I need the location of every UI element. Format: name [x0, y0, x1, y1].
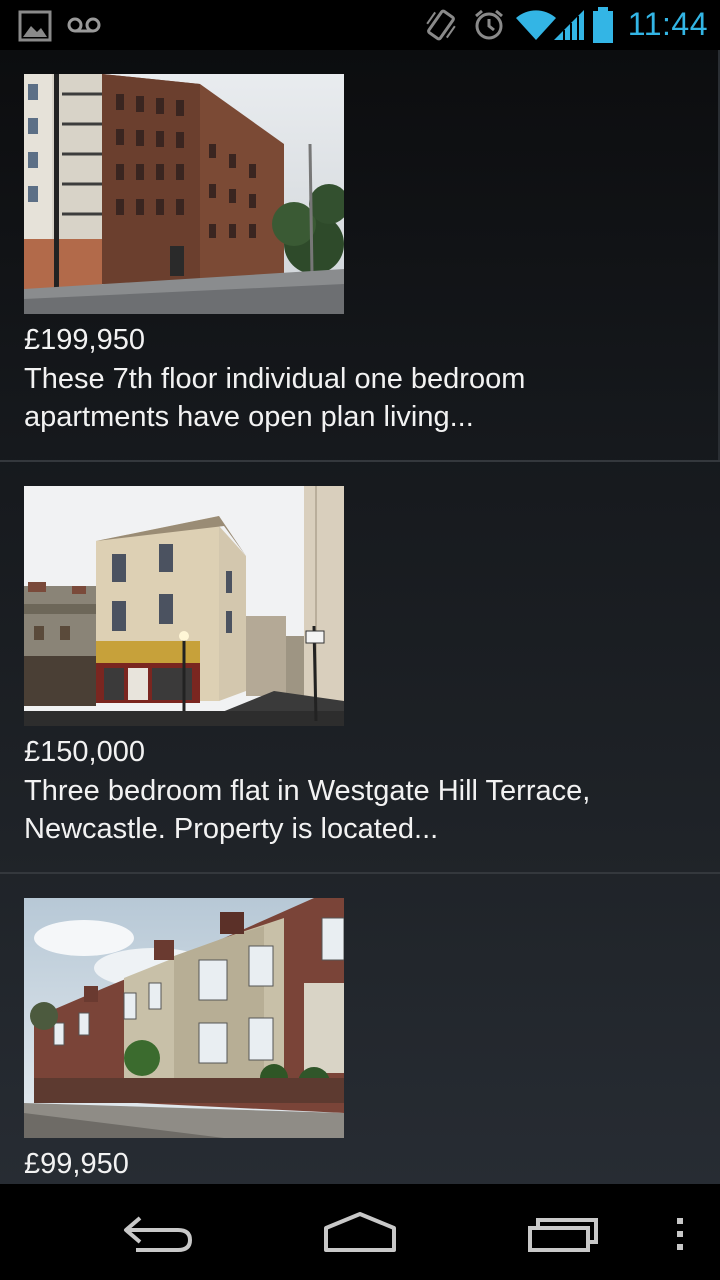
battery-icon: [593, 7, 613, 43]
list-item[interactable]: £150,000 Three bedroom flat in Westgate …: [0, 462, 720, 872]
home-icon[interactable]: [318, 1210, 402, 1256]
navigation-bar: [0, 1184, 720, 1280]
vibrate-icon: [426, 9, 456, 41]
listing-description-line: Three bedroom flat in Westgate Hill Terr…: [24, 775, 591, 807]
property-photo: [24, 74, 344, 314]
property-list[interactable]: £199,950 These 7th floor individual one …: [0, 50, 720, 1184]
voicemail-icon: [67, 17, 101, 33]
listing-price: £150,000: [24, 736, 145, 768]
listing-description: Three bedroom flat in Westgate Hill Terr…: [24, 772, 684, 848]
status-bar: 11:44: [0, 0, 720, 50]
property-photo: [24, 486, 344, 726]
recent-apps-icon[interactable]: [522, 1212, 606, 1256]
listing-description: These 7th floor individual one bedroom a…: [24, 360, 684, 436]
overflow-menu-icon[interactable]: [668, 1214, 692, 1254]
back-icon[interactable]: [118, 1210, 202, 1256]
listing-price: £99,950: [24, 1148, 129, 1180]
clock: 11:44: [627, 6, 708, 42]
listing-description-line: These 7th floor individual one bedroom: [24, 363, 526, 395]
image-icon: [18, 10, 52, 42]
property-photo: [24, 898, 344, 1138]
list-item[interactable]: £99,950: [0, 874, 720, 1184]
list-item[interactable]: £199,950 These 7th floor individual one …: [0, 50, 720, 460]
screen: 11:44 £199,950 These 7th floor individua…: [0, 0, 720, 1280]
listing-description-line: Newcastle. Property is located...: [24, 813, 439, 845]
signal-icon: [554, 10, 584, 40]
listing-price: £199,950: [24, 324, 145, 356]
listing-description-line: apartments have open plan living...: [24, 401, 474, 433]
alarm-icon: [475, 9, 503, 40]
